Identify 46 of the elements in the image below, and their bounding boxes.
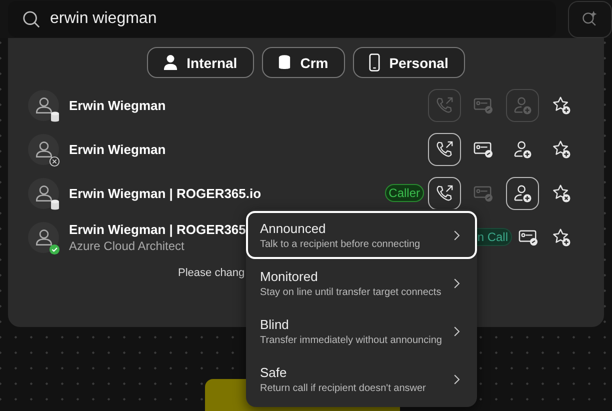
card-icon: [473, 184, 494, 202]
search-field[interactable]: erwin wiegman: [8, 1, 556, 37]
status-badge: Caller: [384, 184, 424, 202]
contact-name: Erwin Wiegman: [69, 142, 166, 156]
contact-name: Erwin Wiegman | ROGER365: [69, 222, 246, 236]
star-remove-icon: [552, 184, 571, 202]
sparkle-search-icon: [581, 10, 599, 28]
card-icon: [518, 228, 539, 246]
chevron-right-icon: [453, 372, 461, 386]
search-input[interactable]: erwin wiegman: [50, 10, 450, 28]
transfer-option[interactable]: Monitored Stay on line until transfer target connects: [246, 259, 477, 307]
card-icon: [473, 96, 494, 114]
phone-forward-icon: [435, 96, 454, 114]
person-outline-icon: [36, 140, 52, 158]
person-icon: [162, 54, 178, 71]
chevron-right-icon: [453, 276, 461, 290]
filter-button[interactable]: Internal: [146, 47, 254, 78]
person-outline-icon: [36, 184, 52, 202]
transfer-option[interactable]: Announced Talk to a recipient before connecting: [246, 211, 477, 259]
chevron-right-icon: [453, 324, 461, 338]
person-outline-icon: [36, 96, 52, 114]
filter-button[interactable]: Personal: [353, 47, 466, 78]
ai-search-button[interactable]: [568, 0, 612, 38]
contact-title: Azure Cloud Architect: [69, 238, 184, 252]
chevron-right-icon: [453, 228, 461, 242]
phone-icon: [369, 53, 380, 72]
star-add-icon: [552, 96, 571, 114]
add-person-icon: [513, 96, 532, 114]
add-person-icon: [513, 184, 532, 202]
transfer-option[interactable]: Safe Return call if recipient doesn't answer: [246, 355, 477, 403]
contact-name: Erwin Wiegman | ROGER365.io: [69, 186, 262, 200]
database-icon: [278, 54, 292, 71]
search-icon: [22, 10, 41, 28]
contact-name: Erwin Wiegman: [69, 98, 166, 112]
notice-text: Please chang: [178, 267, 245, 279]
star-add-icon: [552, 140, 571, 158]
card-icon: [473, 140, 494, 158]
filter-button[interactable]: Crm: [262, 47, 346, 78]
phone-forward-icon: [435, 184, 454, 202]
add-contact-button[interactable]: [506, 176, 539, 210]
phone-forward-icon: [435, 140, 454, 158]
add-person-icon: [513, 140, 532, 158]
transfer-call-button[interactable]: [428, 132, 461, 166]
transfer-option[interactable]: Blind Transfer immediately without announcing: [246, 307, 477, 355]
person-outline-icon: [36, 228, 52, 246]
star-add-icon: [552, 228, 571, 246]
